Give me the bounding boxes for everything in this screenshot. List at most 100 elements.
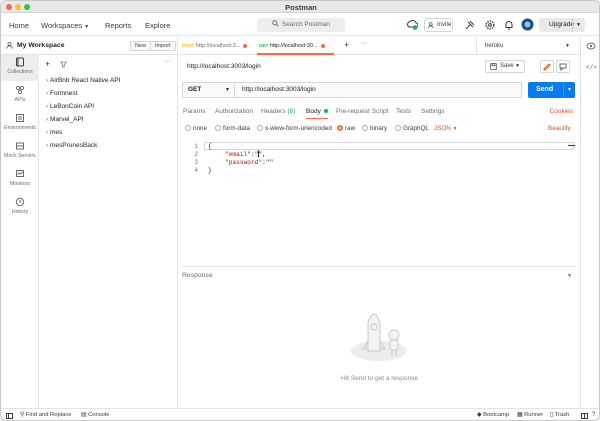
sidebar-item-history[interactable]: History [1, 195, 39, 221]
add-user-icon [428, 22, 435, 29]
sidebar-item-collection[interactable]: › mesPrunesBack [40, 139, 177, 152]
console-button[interactable]: ▤ Console [81, 412, 109, 418]
help-icon[interactable]: ? [592, 412, 595, 418]
top-bar: Home Workspaces ▼ Reports Explore Search… [1, 14, 599, 36]
collection-name: LeBonCoin API [50, 103, 95, 110]
tab-body-label: Body [306, 108, 321, 115]
sidebar-item-environments[interactable]: Environments [1, 111, 39, 137]
radio-raw[interactable]: raw [337, 124, 355, 133]
collection-name: AirBnb React Native API [50, 77, 121, 84]
nav-workspaces-label: Workspaces [41, 21, 83, 30]
send-button[interactable]: Send ▼ [528, 82, 575, 98]
format-label: JSON [434, 125, 451, 132]
tab-prerequest-script[interactable]: Pre-request Script [336, 107, 388, 117]
sidebar-item-collection[interactable]: › mes [40, 126, 177, 139]
tab-url: http://localhost:3... [195, 43, 241, 49]
trash-label: Trash [554, 412, 570, 418]
import-button[interactable]: Import [150, 41, 176, 51]
tab-authorization[interactable]: Authorization [215, 107, 253, 117]
sidebar-item-collection[interactable]: › Formnest [40, 87, 177, 100]
nav-reports[interactable]: Reports [105, 21, 131, 30]
upgrade-button[interactable]: Upgrade ▼ [539, 18, 585, 32]
chevron-down-icon[interactable]: ▼ [567, 273, 572, 279]
radio-label: form-data [223, 125, 250, 132]
environments-icon [15, 113, 25, 123]
method-select[interactable]: GET ▼ [183, 83, 235, 97]
tab-params[interactable]: Params [183, 107, 205, 117]
sync-status-icon[interactable] [406, 19, 418, 31]
radio-graphql[interactable]: GraphQL [395, 124, 429, 133]
status-bar: ⚲ Find and Replace ▤ Console ◆ Bootcamp … [1, 408, 599, 420]
radio-urlencoded[interactable]: x-www-form-urlencoded [257, 124, 332, 133]
nav-home[interactable]: Home [9, 21, 29, 30]
new-tab-icon[interactable]: + [344, 40, 349, 50]
sidebar-item-label: Collections [7, 69, 33, 75]
sidebar-item-apis[interactable]: APIs [1, 83, 39, 109]
save-button[interactable]: Save ▼ [485, 60, 525, 73]
tab-method: GET [259, 43, 269, 48]
trash-icon: ▯ [550, 412, 554, 418]
filter-icon[interactable] [60, 61, 67, 68]
workspace-name[interactable]: My Workspace [17, 42, 64, 49]
workspace-header: My Workspace New Import [1, 37, 178, 55]
avatar[interactable] [521, 18, 534, 31]
cookies-link[interactable]: Cookies [550, 107, 573, 117]
environment-select[interactable]: heroku ▼ [476, 37, 580, 55]
satellite-icon[interactable] [464, 19, 476, 31]
search-input[interactable]: Search Postman [257, 18, 345, 32]
gear-icon[interactable] [484, 19, 496, 31]
search-icon [272, 20, 279, 27]
bootcamp-button[interactable]: ◆ Bootcamp [477, 412, 509, 418]
body-editor[interactable]: 1 2 3 4 { "email":"", "password":"" } I [182, 141, 576, 267]
nav-workspaces[interactable]: Workspaces ▼ [41, 21, 89, 30]
comment-icon[interactable] [556, 60, 570, 73]
tab-headers[interactable]: Headers (8) [261, 107, 295, 117]
nav-explore[interactable]: Explore [145, 21, 170, 30]
sidebar-item-mock-servers[interactable]: Mock Servers [1, 139, 39, 165]
new-button[interactable]: New [130, 41, 152, 51]
radio-binary[interactable]: binary [362, 124, 387, 133]
sidebar-item-collections[interactable]: Collections [1, 55, 39, 81]
edit-icon[interactable] [540, 60, 554, 73]
request-options-tabs: Params Authorization Headers (8) Body Pr… [183, 107, 579, 119]
chevron-down-icon: ▼ [515, 63, 520, 69]
editor-scroll-marker [568, 145, 575, 146]
bell-icon[interactable] [503, 19, 515, 31]
sidebar-item-collection[interactable]: › Marvel_API [40, 113, 177, 126]
tab-settings[interactable]: Settings [421, 107, 445, 117]
tab-tests[interactable]: Tests [396, 107, 411, 117]
request-title[interactable]: http://localhost:3003/login [187, 63, 261, 70]
radio-form-data[interactable]: form-data [215, 124, 250, 133]
collection-name: mes [50, 129, 63, 136]
layout-icon[interactable] [581, 413, 588, 419]
chevron-down-icon: ▼ [452, 126, 458, 132]
url-input[interactable]: http://localhost:3003/login [242, 83, 316, 97]
sidebar-item-collection[interactable]: › AirBnb React Native API [40, 74, 177, 87]
sidebar-item-label: Monitors [10, 181, 30, 187]
runner-button[interactable]: ▦ Runner [517, 412, 543, 418]
code-snippet-icon[interactable]: </> [586, 64, 597, 71]
invite-button[interactable]: Invite [424, 18, 453, 32]
sidebar-toggle-icon[interactable] [6, 413, 13, 419]
format-select[interactable]: JSON ▼ [434, 124, 458, 134]
chevron-right-icon: › [46, 103, 49, 110]
beautify-link[interactable]: Beautify [548, 124, 571, 133]
save-label: Save [500, 63, 514, 69]
active-dot-icon [323, 109, 328, 114]
postman-window: Postman Home Workspaces ▼ Reports Explor… [0, 0, 600, 421]
sidebar-item-monitors[interactable]: Monitors [1, 167, 39, 193]
tab-options-icon[interactable]: ··· [360, 40, 367, 47]
more-options-icon[interactable]: ··· [164, 58, 171, 65]
line-number: 2 [194, 151, 198, 158]
tab-post-request[interactable]: POST http://localhost:3... [182, 41, 248, 51]
trash-button[interactable]: ▯ Trash [550, 412, 569, 418]
tab-method: POST [182, 43, 195, 48]
user-icon [6, 42, 13, 49]
tab-get-request[interactable]: GET http://localhost:30... [259, 41, 325, 51]
radio-none[interactable]: none [185, 124, 207, 133]
tab-body[interactable]: Body [306, 107, 328, 117]
find-replace-button[interactable]: ⚲ Find and Replace [20, 412, 71, 418]
sidebar-item-collection[interactable]: › LeBonCoin API [40, 100, 177, 113]
add-collection-icon[interactable]: + [45, 59, 50, 69]
info-icon[interactable] [586, 42, 596, 50]
